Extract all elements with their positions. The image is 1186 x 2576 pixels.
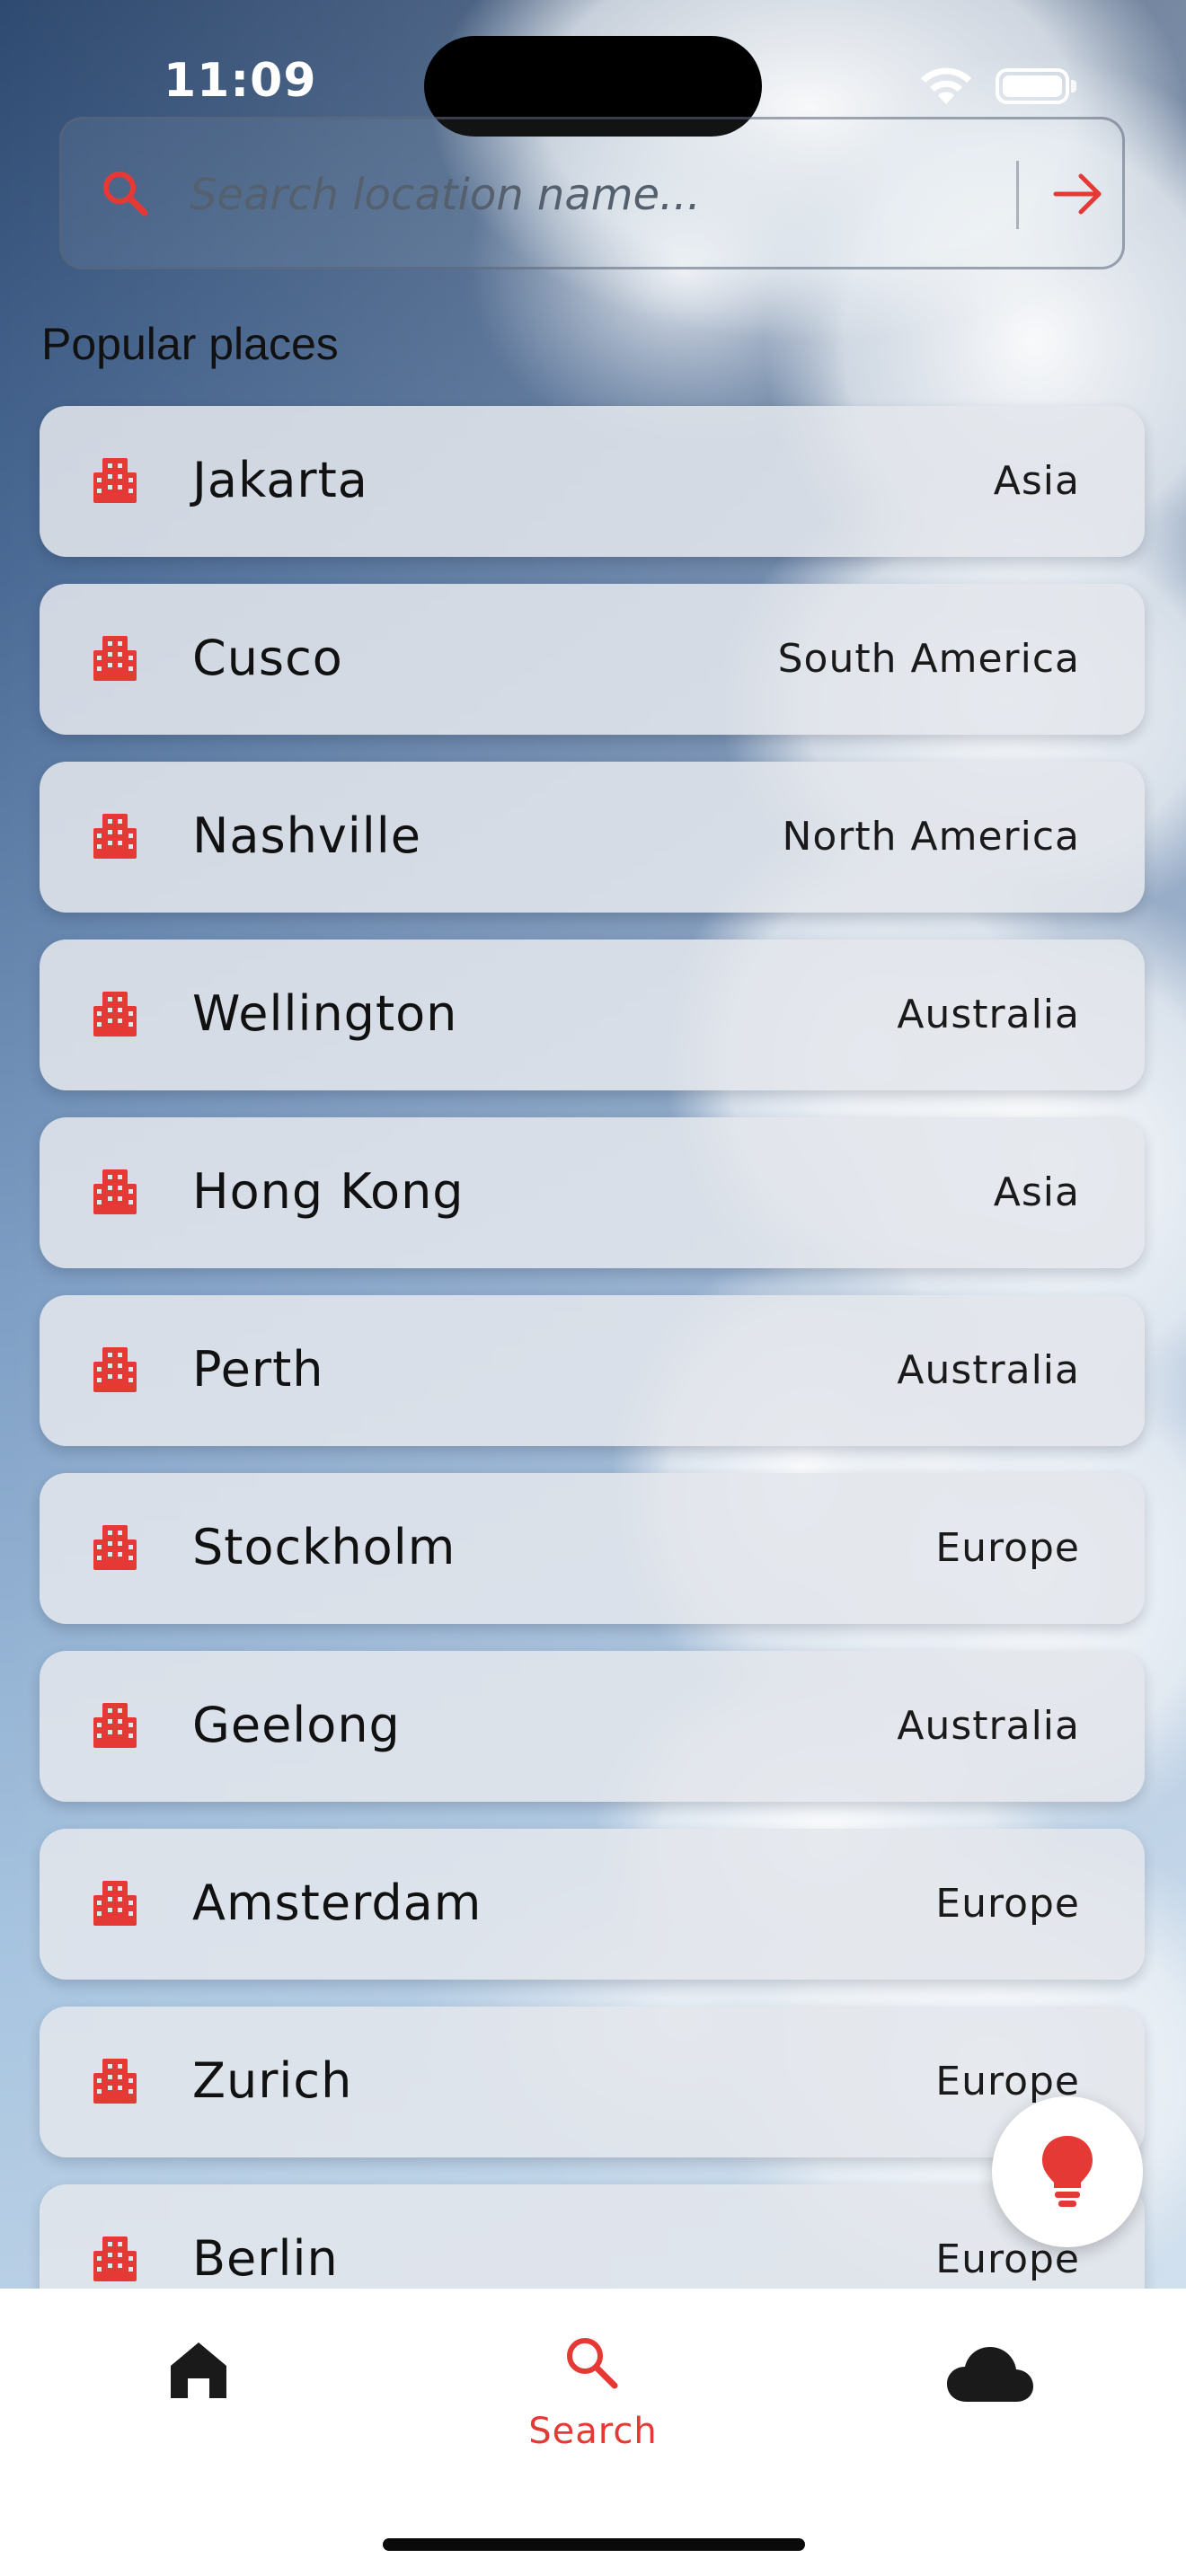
wifi-icon: [921, 67, 971, 104]
home-indicator: [383, 2538, 805, 2551]
lightbulb-icon: [1042, 2136, 1093, 2207]
place-item[interactable]: Wellington Australia: [40, 940, 1145, 1090]
bottom-navigation: Search: [0, 2289, 1186, 2576]
city-building-icon: [93, 1169, 137, 1214]
home-icon: [171, 2342, 226, 2398]
search-icon: [567, 2338, 618, 2389]
city-building-icon: [93, 2059, 137, 2104]
place-name: Wellington: [192, 985, 458, 1042]
city-building-icon: [93, 992, 137, 1037]
place-region: Asia: [993, 1169, 1080, 1215]
city-building-icon: [93, 1347, 137, 1392]
places-list: Jakarta Asia Cusco South America Nashvil…: [40, 406, 1146, 2362]
battery-icon: [996, 68, 1069, 104]
city-building-icon: [93, 814, 137, 859]
city-building-icon: [93, 458, 137, 503]
arrow-right-icon[interactable]: [1050, 166, 1106, 222]
place-region: Asia: [993, 458, 1080, 504]
place-name: Berlin: [192, 2230, 339, 2287]
city-building-icon: [93, 2236, 137, 2281]
place-item[interactable]: Cusco South America: [40, 584, 1145, 735]
place-name: Jakarta: [192, 452, 368, 508]
place-item[interactable]: Geelong Australia: [40, 1651, 1145, 1802]
place-name: Stockholm: [192, 1519, 456, 1575]
section-title: Popular places: [41, 319, 339, 369]
nav-weather[interactable]: [925, 2289, 1051, 2486]
place-item[interactable]: Stockholm Europe: [40, 1473, 1145, 1624]
battery-cap: [1071, 80, 1076, 93]
place-region: Europe: [935, 1525, 1080, 1571]
place-name: Nashville: [192, 807, 422, 864]
place-region: Australia: [897, 1703, 1080, 1749]
place-name: Hong Kong: [192, 1163, 465, 1220]
status-time: 11:09: [164, 54, 317, 108]
search-input[interactable]: [188, 155, 1054, 234]
nav-search[interactable]: Search: [485, 2289, 701, 2486]
search-divider: [1016, 161, 1019, 229]
place-item[interactable]: Perth Australia: [40, 1295, 1145, 1446]
place-name: Geelong: [192, 1697, 401, 1753]
city-building-icon: [93, 1881, 137, 1926]
place-name: Perth: [192, 1341, 324, 1398]
place-item[interactable]: Hong Kong Asia: [40, 1117, 1145, 1268]
city-building-icon: [93, 1525, 137, 1570]
place-name: Cusco: [192, 630, 343, 686]
nav-home[interactable]: [135, 2289, 261, 2486]
search-screen: 11:09 Popular places Jakarta Asia Cusco: [0, 0, 1186, 2576]
place-region: South America: [777, 636, 1080, 682]
place-region: Australia: [897, 1347, 1080, 1393]
place-name: Zurich: [192, 2052, 353, 2109]
city-building-icon: [93, 636, 137, 681]
place-item[interactable]: Jakarta Asia: [40, 406, 1145, 557]
city-building-icon: [93, 1703, 137, 1748]
place-region: Europe: [935, 1881, 1080, 1927]
place-item[interactable]: Amsterdam Europe: [40, 1829, 1145, 1980]
place-region: Australia: [897, 992, 1080, 1037]
lightbulb-button[interactable]: [992, 2096, 1143, 2247]
nav-search-label: Search: [528, 2411, 658, 2452]
place-region: North America: [782, 814, 1080, 860]
search-bar: [59, 117, 1125, 269]
cloud-icon: [947, 2347, 1033, 2402]
place-name: Amsterdam: [192, 1875, 482, 1931]
place-item[interactable]: Nashville North America: [40, 762, 1145, 913]
place-item[interactable]: Zurich Europe: [40, 2007, 1145, 2157]
search-icon: [103, 172, 148, 216]
